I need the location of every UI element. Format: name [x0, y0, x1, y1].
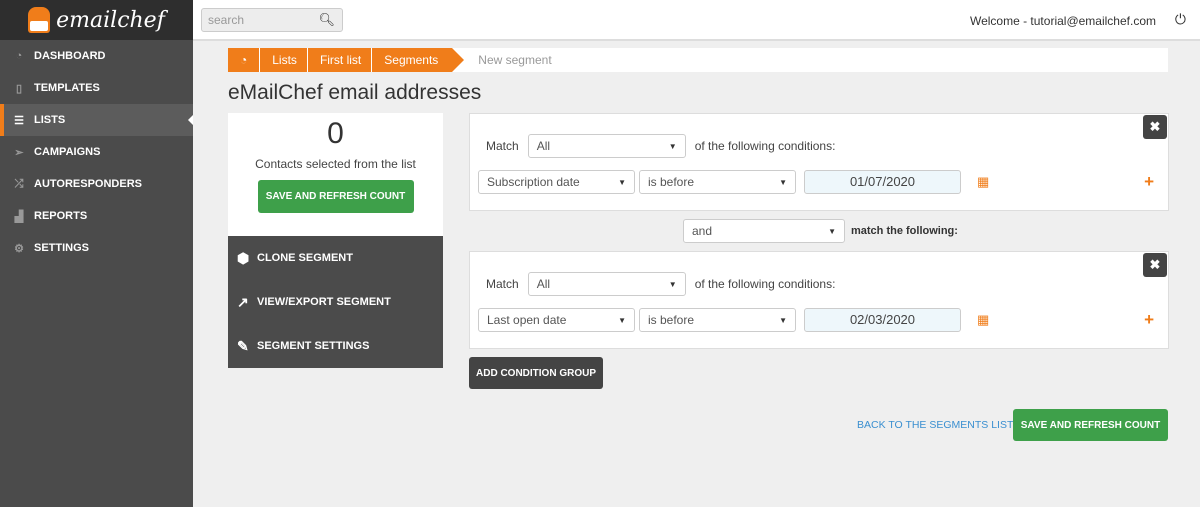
- search-input[interactable]: search 🔍︎: [201, 8, 343, 32]
- sidebar-item-label: AUTORESPONDERS: [34, 178, 142, 190]
- select-value: All: [536, 277, 551, 291]
- segment-actions: ⬢ CLONE SEGMENT ↗ VIEW/EXPORT SEGMENT ✎ SEG…: [228, 236, 443, 368]
- select-value: Subscription date: [487, 175, 580, 189]
- dashboard-icon: ◔: [15, 50, 23, 62]
- file-icon: ▯: [15, 82, 23, 95]
- chevron-down-icon: ▼: [618, 315, 626, 325]
- select-value: Last open date: [487, 313, 567, 327]
- clone-segment-button[interactable]: ⬢ CLONE SEGMENT: [228, 236, 443, 280]
- sidebar-item-label: SETTINGS: [34, 242, 90, 254]
- operator-select[interactable]: is before ▼: [639, 308, 796, 332]
- match-label: Match: [486, 139, 519, 153]
- breadcrumb-current: New segment: [478, 53, 552, 67]
- breadcrumb: ◔ Lists First list Segments New segment: [228, 48, 1168, 72]
- date-input[interactable]: 02/03/2020: [804, 308, 961, 332]
- shuffle-icon: ⤮: [14, 177, 24, 190]
- back-to-segments-link[interactable]: BACK TO THE SEGMENTS LIST: [857, 419, 1013, 431]
- gears-icon: ⚙: [14, 242, 24, 255]
- contact-count: 0: [327, 117, 344, 150]
- add-condition-icon[interactable]: +: [1144, 310, 1154, 330]
- field-select[interactable]: Subscription date ▼: [478, 170, 635, 194]
- breadcrumb-segments[interactable]: Segments: [372, 48, 448, 72]
- sidebar-item-label: CAMPAIGNS: [34, 146, 101, 158]
- sidebar-item-campaigns[interactable]: ➢ CAMPAIGNS: [0, 136, 193, 168]
- chevron-down-icon: ▼: [618, 177, 626, 187]
- search-icon[interactable]: 🔍︎: [318, 12, 335, 28]
- match-select[interactable]: All ▼: [527, 134, 686, 158]
- action-label: CLONE SEGMENT: [257, 252, 353, 264]
- share-icon: ↗: [237, 293, 249, 310]
- sidebar-item-label: LISTS: [34, 114, 66, 126]
- calendar-icon[interactable]: ▦: [977, 174, 989, 190]
- operator-select[interactable]: is before ▼: [639, 170, 796, 194]
- condition-group: ✖ Match All ▼ of the following conditions…: [469, 113, 1169, 211]
- connector-select[interactable]: and ▼: [683, 219, 845, 243]
- close-icon[interactable]: ✖: [1143, 115, 1167, 139]
- action-label: SEGMENT SETTINGS: [257, 340, 370, 352]
- close-icon[interactable]: ✖: [1143, 253, 1167, 277]
- segment-settings-button[interactable]: ✎ SEGMENT SETTINGS: [228, 324, 443, 368]
- view-export-segment-button[interactable]: ↗ VIEW/EXPORT SEGMENT: [228, 280, 443, 324]
- chevron-down-icon: ▼: [779, 315, 787, 325]
- logo[interactable]: emailchef: [0, 0, 193, 40]
- welcome-text: Welcome - tutorial@emailchef.com: [969, 14, 1156, 28]
- chevron-down-icon: ▼: [668, 279, 677, 289]
- field-select[interactable]: Last open date ▼: [478, 308, 635, 332]
- sidebar-item-dashboard[interactable]: ◔ DASHBOARD: [0, 40, 193, 72]
- add-condition-icon[interactable]: +: [1144, 172, 1154, 192]
- chevron-down-icon: ▼: [828, 226, 836, 236]
- sidebar-item-autoresponders[interactable]: ⤮ AUTORESPONDERS: [0, 168, 193, 200]
- breadcrumb-first-list[interactable]: First list: [308, 48, 373, 72]
- sidebar-item-templates[interactable]: ▯ TEMPLATES: [0, 72, 193, 104]
- select-value: is before: [648, 313, 695, 327]
- page-title: eMailChef email addresses: [228, 81, 482, 104]
- pencil-icon: ✎: [237, 337, 249, 354]
- sidebar-item-reports[interactable]: ▟ REPORTS: [0, 200, 193, 232]
- breadcrumb-lists[interactable]: Lists: [260, 48, 308, 72]
- list-icon: ☰: [14, 114, 24, 127]
- search-placeholder: search: [208, 13, 245, 27]
- add-condition-group-button[interactable]: ADD CONDITION GROUP: [469, 357, 603, 389]
- match-label: Match: [486, 277, 519, 291]
- save-refresh-count-button[interactable]: SAVE AND REFRESH COUNT: [1013, 409, 1168, 441]
- sidebar-item-lists[interactable]: ☰ LISTS: [0, 104, 193, 136]
- count-panel: 0 Contacts selected from the list SAVE A…: [228, 113, 443, 236]
- date-input[interactable]: 01/07/2020: [804, 170, 961, 194]
- sidebar: emailchef ◔ DASHBOARD ▯ TEMPLATES ☰ LISTS ➢…: [0, 0, 193, 507]
- breadcrumb-home-icon[interactable]: ◔: [228, 48, 261, 72]
- cube-icon: ⬢: [237, 249, 250, 266]
- conditions-label: of the following conditions:: [694, 139, 836, 153]
- connector-label: match the following:: [851, 225, 958, 237]
- chart-icon: ▟: [14, 210, 24, 223]
- logout-icon[interactable]: ⏻: [1175, 11, 1186, 28]
- logo-text: emailchef: [56, 7, 165, 33]
- sidebar-item-settings[interactable]: ⚙ SETTINGS: [0, 232, 193, 264]
- save-refresh-count-button[interactable]: SAVE AND REFRESH COUNT: [257, 180, 414, 213]
- calendar-icon[interactable]: ▦: [977, 312, 989, 328]
- conditions-label: of the following conditions:: [694, 277, 836, 291]
- match-select[interactable]: All ▼: [527, 272, 686, 296]
- condition-group: ✖ Match All ▼ of the following conditions…: [469, 251, 1169, 349]
- paper-plane-icon: ➢: [14, 146, 24, 159]
- select-value: All: [536, 139, 551, 153]
- chevron-down-icon: ▼: [668, 141, 677, 151]
- connector-row: and ▼ match the following:: [683, 219, 958, 243]
- select-value: is before: [648, 175, 695, 189]
- action-label: VIEW/EXPORT SEGMENT: [257, 296, 391, 308]
- count-label: Contacts selected from the list: [255, 157, 416, 171]
- chef-hat-icon: [28, 7, 51, 33]
- sidebar-item-label: REPORTS: [34, 210, 88, 222]
- sidebar-item-label: TEMPLATES: [34, 82, 100, 94]
- chevron-down-icon: ▼: [779, 177, 787, 187]
- sidebar-item-label: DASHBOARD: [34, 50, 106, 62]
- select-value: and: [692, 224, 713, 238]
- topbar: search 🔍︎ Welcome - tutorial@emailchef.co…: [193, 0, 1200, 41]
